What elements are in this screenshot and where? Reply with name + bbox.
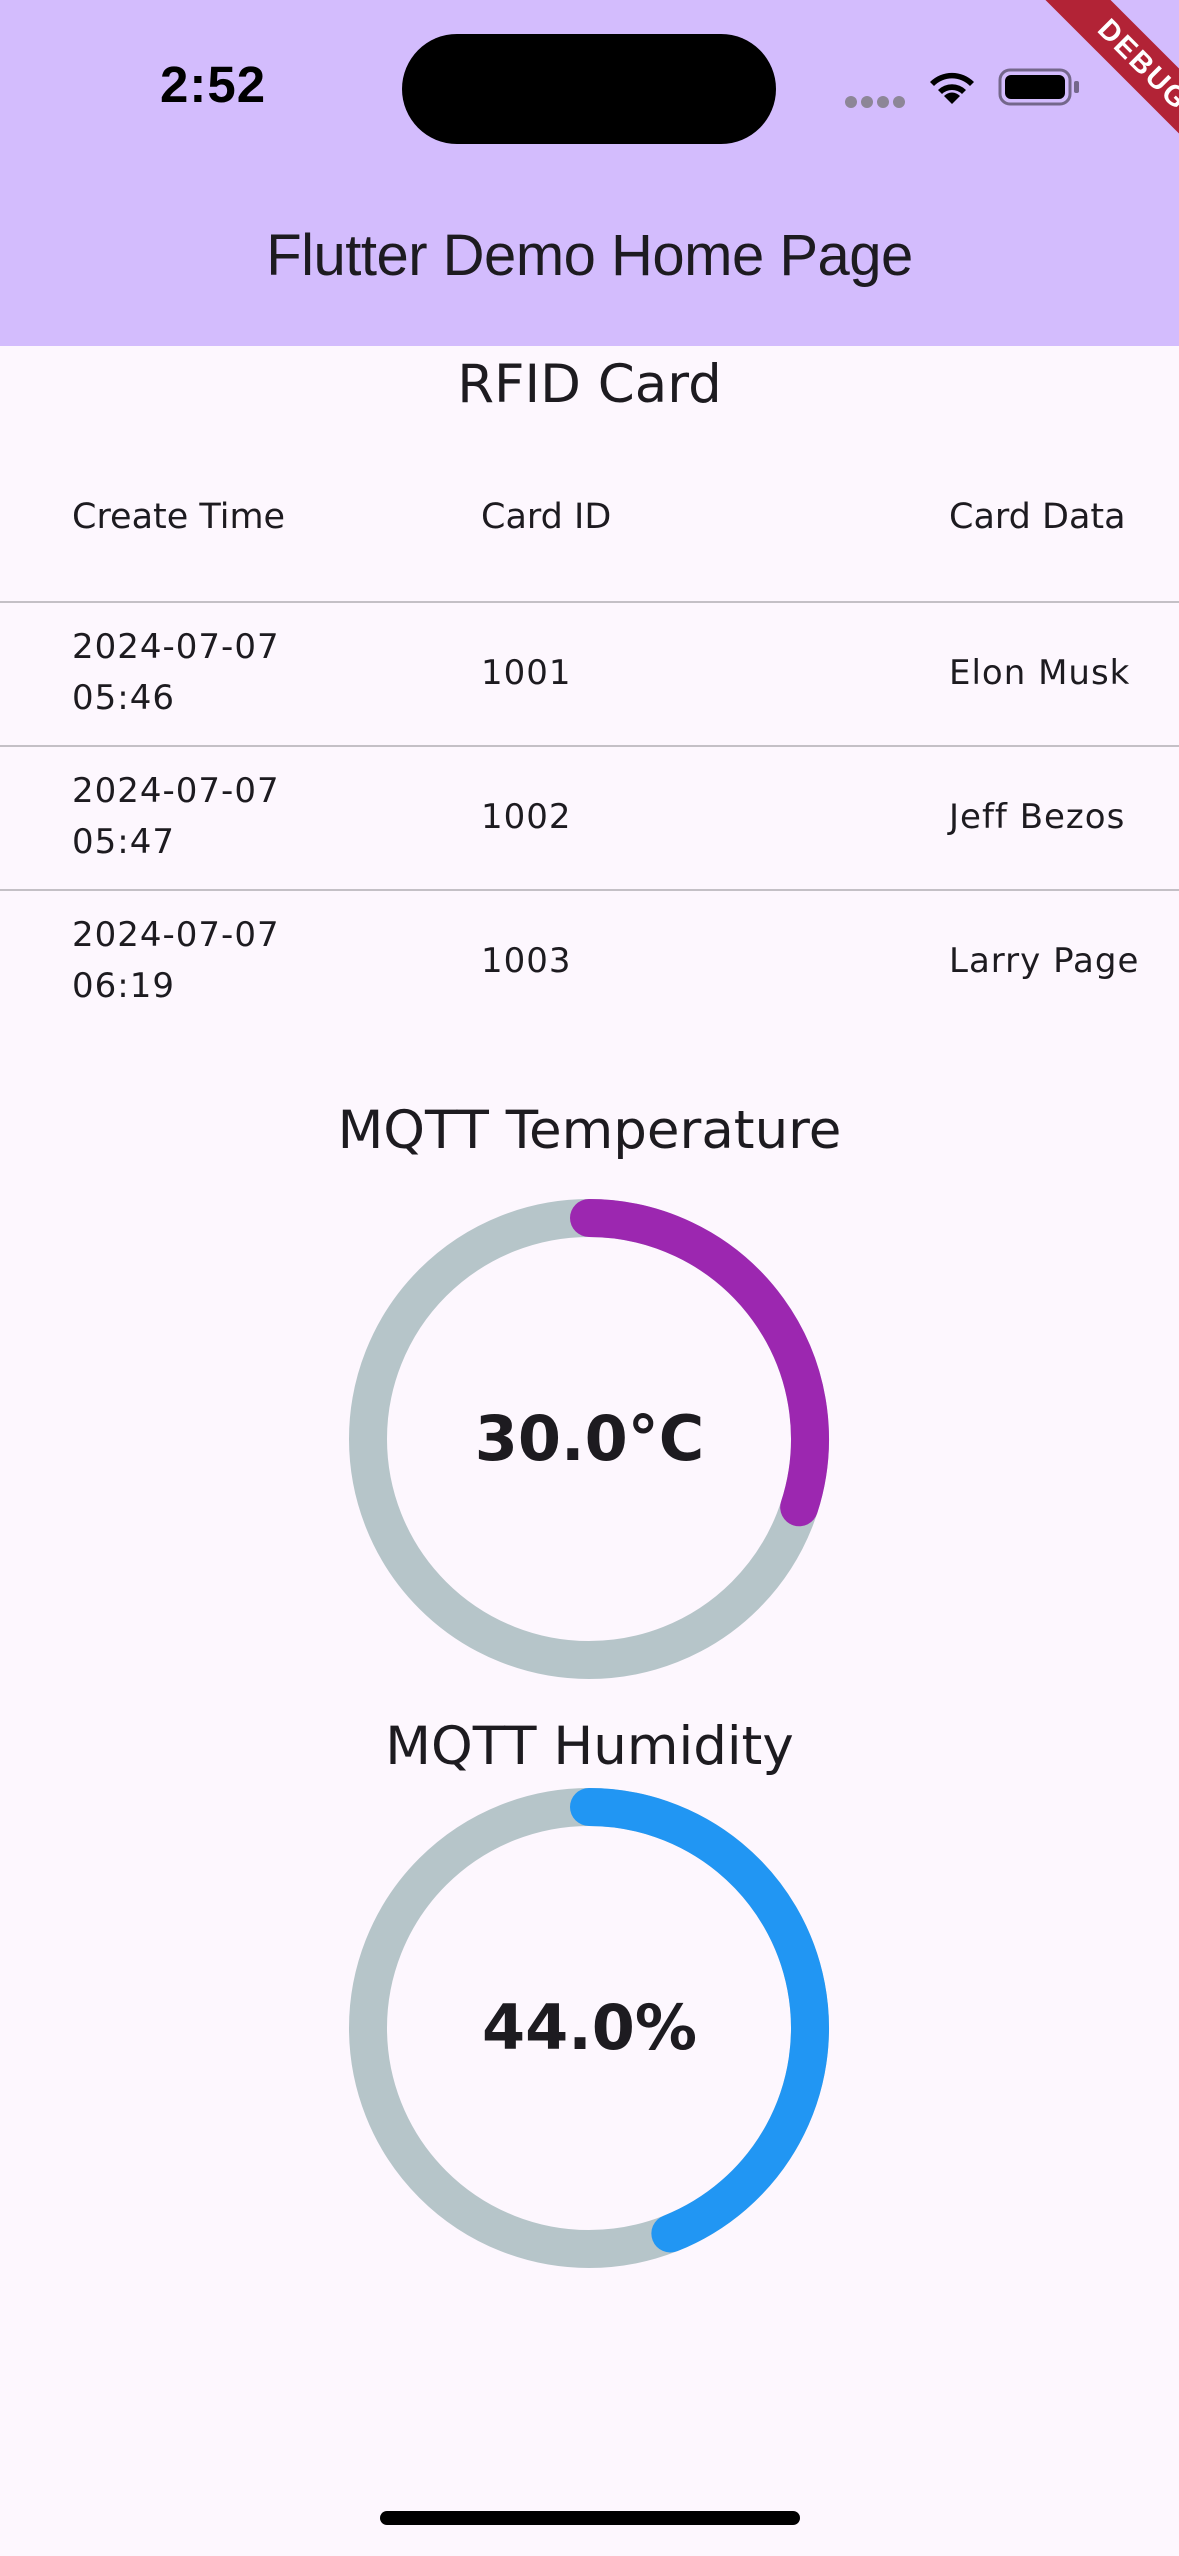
temperature-value: 30.0°C <box>474 1402 705 1475</box>
humidity-value: 44.0% <box>481 1991 698 2064</box>
rfid-section-title: RFID Card <box>457 354 722 415</box>
row-divider <box>0 745 1179 747</box>
debug-banner: DEBUG <box>989 0 1179 190</box>
cell-create-clock: 06:19 <box>72 966 175 1006</box>
column-header-create-time: Create Time <box>72 497 286 537</box>
column-header-card-id: Card ID <box>481 497 612 537</box>
cell-card-id: 1002 <box>481 797 572 837</box>
temperature-title: MQTT Temperature <box>337 1100 842 1161</box>
cell-create-clock: 05:46 <box>72 678 175 718</box>
dynamic-island <box>402 34 776 144</box>
row-divider <box>0 601 1179 603</box>
cell-create-date: 2024-07-07 <box>72 771 280 811</box>
cell-create-clock: 05:47 <box>72 822 175 862</box>
cell-card-id: 1001 <box>481 653 572 693</box>
status-time: 2:52 <box>160 56 267 113</box>
cell-card-id: 1003 <box>481 941 572 981</box>
home-indicator[interactable] <box>380 2511 800 2525</box>
wifi-icon <box>930 72 974 104</box>
cell-create-date: 2024-07-07 <box>72 627 280 667</box>
cell-create-date: 2024-07-07 <box>72 915 280 955</box>
cell-create-time: 2024-07-07 05:46 <box>72 622 280 724</box>
column-header-card-data: Card Data <box>949 497 1126 537</box>
cell-create-time: 2024-07-07 06:19 <box>72 910 280 1012</box>
cell-create-time: 2024-07-07 05:47 <box>72 766 280 868</box>
cell-card-data: Larry Page <box>949 941 1140 981</box>
cellular-signal-icon <box>845 96 905 108</box>
row-divider <box>0 889 1179 891</box>
cell-card-data: Elon Musk <box>949 653 1131 693</box>
debug-banner-label: DEBUG <box>1034 0 1179 174</box>
humidity-title: MQTT Humidity <box>385 1716 794 1777</box>
cell-card-data: Jeff Bezos <box>949 797 1126 837</box>
page-title: Flutter Demo Home Page <box>266 223 913 288</box>
